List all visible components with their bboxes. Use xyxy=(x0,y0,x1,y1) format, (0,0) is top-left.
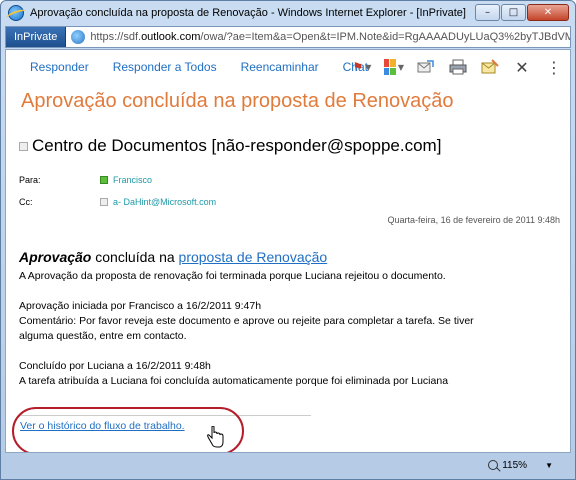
delete-icon[interactable]: ✕ xyxy=(512,58,532,77)
body-line-4: alguma questão, entre em contacto. xyxy=(19,330,187,342)
status-bar: 115% ▼ xyxy=(5,455,571,475)
maximize-button[interactable]: □ xyxy=(501,4,526,21)
page-content: Responder Responder a Todos Reencaminhar… xyxy=(5,49,571,453)
body-heading-mid: concluída na xyxy=(91,249,179,265)
inprivate-badge[interactable]: InPrivate xyxy=(6,27,67,47)
body-line-2: Aprovação iniciada por Francisco a 16/2/… xyxy=(19,300,262,312)
presence-offline-icon xyxy=(100,198,108,206)
message-subject: Aprovação concluída na proposta de Renov… xyxy=(21,90,454,112)
to-recipient[interactable]: Francisco xyxy=(100,175,152,185)
title-bar: Aprovação concluída na proposta de Renov… xyxy=(1,1,575,25)
sender-text: Centro de Documentos [não-responder@spop… xyxy=(32,136,442,155)
cc-label: Cc: xyxy=(19,197,33,207)
cc-recipient[interactable]: a- DaHint@Microsoft.com xyxy=(100,197,216,207)
url-rest: /owa/?ae=Item&a=Open&t=IPM.Note&id=RgAAA… xyxy=(200,31,570,43)
url-prefix: https://sdf. xyxy=(90,31,142,43)
hand-cursor-icon xyxy=(206,425,224,452)
more-icon[interactable]: ⋮ xyxy=(544,58,564,77)
message-sender: Centro de Documentos [não-responder@spop… xyxy=(19,136,441,156)
to-recipient-name[interactable]: Francisco xyxy=(113,175,152,185)
zoom-dropdown-icon[interactable]: ▼ xyxy=(545,461,553,470)
reply-all-button[interactable]: Responder a Todos xyxy=(113,60,217,74)
mark-icon[interactable] xyxy=(480,58,500,76)
internet-explorer-icon xyxy=(8,5,24,21)
body-heading-bold: Aprovação xyxy=(19,249,92,265)
sender-icon xyxy=(19,141,28,151)
cc-recipient-name[interactable]: a- DaHint@Microsoft.com xyxy=(113,197,216,207)
forward-button[interactable]: Reencaminhar xyxy=(241,60,319,74)
zoom-control[interactable]: 115% ▼ xyxy=(488,460,553,471)
reply-button[interactable]: Responder xyxy=(30,60,89,74)
minimize-button[interactable]: – xyxy=(475,4,500,21)
url-text[interactable]: https://sdf.outlook.com/owa/?ae=Item&a=O… xyxy=(90,31,570,43)
close-button[interactable]: ✕ xyxy=(527,4,569,21)
flag-icon[interactable]: ⚑ ▼ xyxy=(352,58,372,76)
to-label: Para: xyxy=(19,175,41,185)
body-heading: Aprovação concluída na proposta de Renov… xyxy=(19,249,327,265)
page-icon xyxy=(71,30,86,44)
body-line-5: Concluído por Luciana a 16/2/2011 9:48h xyxy=(19,360,211,372)
url-domain: outlook.com xyxy=(141,31,201,43)
message-toolbar: Responder Responder a Todos Reencaminhar… xyxy=(6,50,570,84)
zoom-icon xyxy=(488,460,499,470)
proposal-link[interactable]: proposta de Renovação xyxy=(179,249,328,265)
print-icon[interactable] xyxy=(448,58,468,76)
body-line-6: A tarefa atribuída a Luciana foi concluí… xyxy=(19,375,449,387)
body-line-3: Comentário: Por favor reveja este docume… xyxy=(19,315,474,327)
move-icon[interactable] xyxy=(416,58,436,76)
zoom-level[interactable]: 115% xyxy=(502,460,527,471)
window-controls: – □ ✕ xyxy=(475,4,569,21)
categories-icon[interactable]: ▼ xyxy=(384,58,404,76)
presence-online-icon xyxy=(100,176,108,184)
browser-window: Aprovação concluída na proposta de Renov… xyxy=(0,0,576,480)
window-title: Aprovação concluída na proposta de Renov… xyxy=(30,7,466,19)
toolbar-icons: ⚑ ▼ ▼ ✕ ⋮ xyxy=(352,58,564,77)
address-bar[interactable]: InPrivate https://sdf.outlook.com/owa/?a… xyxy=(5,26,571,48)
body-line-1: A Aprovação da proposta de renovação foi… xyxy=(19,270,446,282)
message-date: Quarta-feira, 16 de fevereiro de 2011 9:… xyxy=(387,215,560,225)
